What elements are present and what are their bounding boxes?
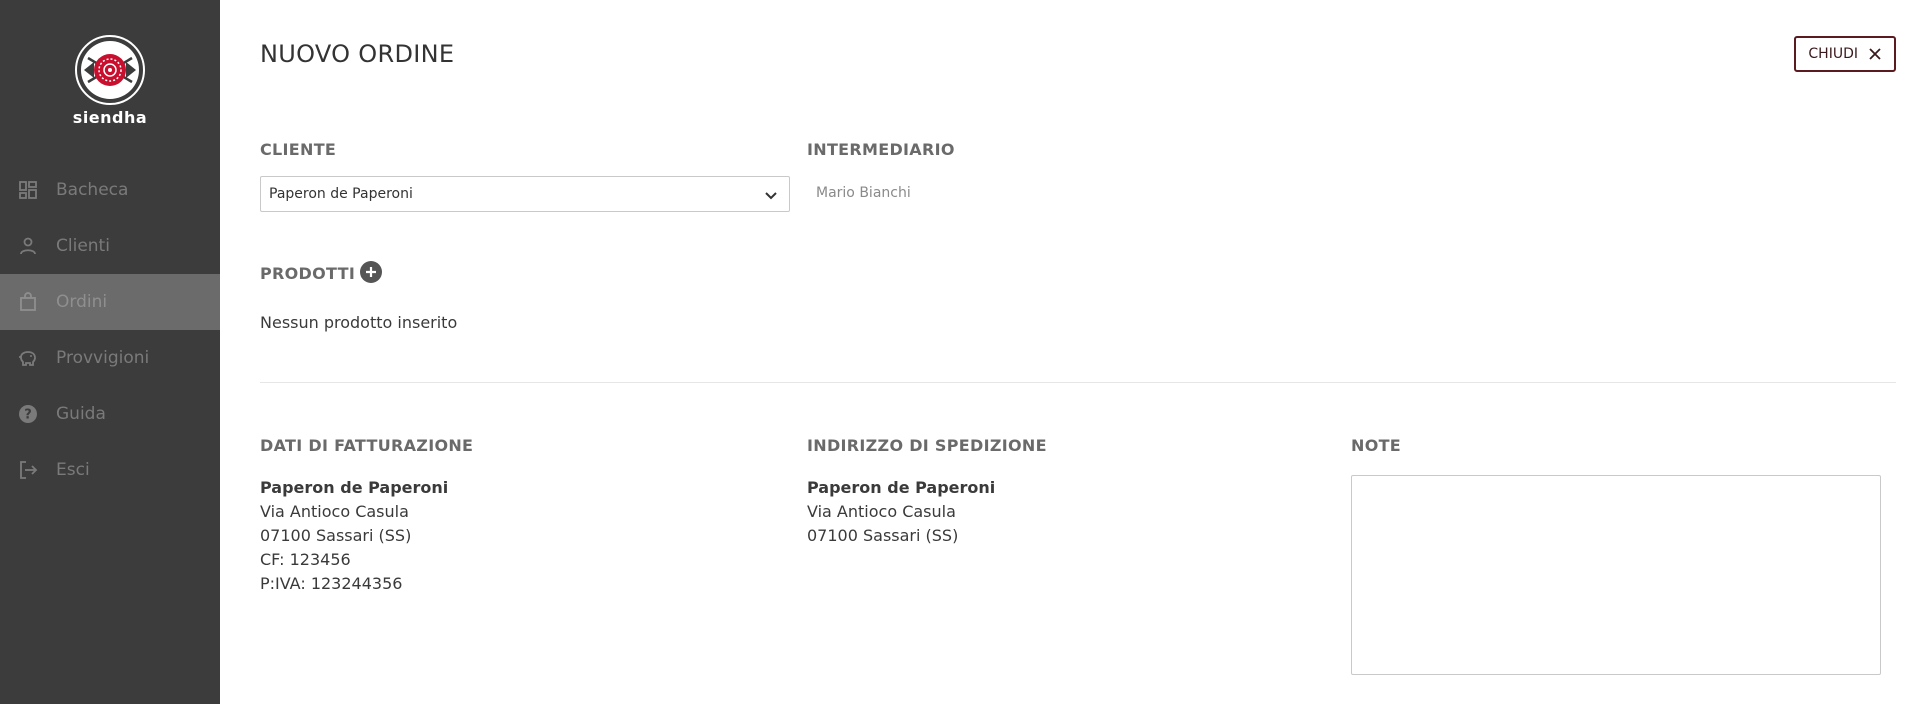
sidebar-item-guida[interactable]: ? Guida: [0, 386, 220, 442]
billing-cf: CF: 123456: [260, 550, 351, 569]
shipping-address: Paperon de Paperoni Via Antioco Casula 0…: [807, 476, 995, 548]
logo-text: siendha: [72, 108, 148, 127]
prodotti-label: PRODOTTI: [260, 264, 356, 283]
spedizione-label: INDIRIZZO DI SPEDIZIONE: [807, 436, 1047, 455]
sidebar: siendha Bacheca Clienti Ordini Provvigio…: [0, 0, 220, 704]
cliente-label: CLIENTE: [260, 140, 337, 159]
sidebar-item-ordini[interactable]: Ordini: [0, 274, 220, 330]
page-title: NUOVO ORDINE: [260, 40, 455, 68]
sidebar-nav: Bacheca Clienti Ordini Provvigioni ? Gui…: [0, 162, 220, 498]
piggy-bank-icon: [18, 348, 38, 368]
sidebar-item-bacheca[interactable]: Bacheca: [0, 162, 220, 218]
fatturazione-label: DATI DI FATTURAZIONE: [260, 436, 474, 455]
sidebar-item-label: Guida: [56, 404, 106, 424]
billing-address: Paperon de Paperoni Via Antioco Casula 0…: [260, 476, 448, 596]
person-icon: [18, 236, 38, 256]
logout-icon: [18, 460, 38, 480]
sidebar-item-label: Bacheca: [56, 180, 129, 200]
intermediario-value: Mario Bianchi: [816, 185, 911, 201]
svg-text:?: ?: [24, 408, 32, 423]
add-product-button[interactable]: [360, 261, 382, 283]
cliente-selected-value: Paperon de Paperoni: [269, 186, 413, 202]
main-content: NUOVO ORDINE CHIUDI CLIENTE Paperon de P…: [220, 0, 1920, 704]
billing-city: 07100 Sassari (SS): [260, 526, 412, 545]
billing-street: Via Antioco Casula: [260, 502, 409, 521]
cliente-select[interactable]: Paperon de Paperoni: [260, 176, 790, 212]
note-label: NOTE: [1351, 436, 1402, 455]
sidebar-item-label: Provvigioni: [56, 348, 150, 368]
shipping-name: Paperon de Paperoni: [807, 478, 996, 497]
help-icon: ?: [18, 404, 38, 424]
plus-icon: [366, 267, 376, 277]
close-button-label: CHIUDI: [1808, 46, 1858, 62]
section-divider: [260, 382, 1896, 383]
close-button[interactable]: CHIUDI: [1794, 36, 1896, 72]
sidebar-item-label: Esci: [56, 460, 90, 480]
chevron-down-icon: [763, 187, 779, 203]
sidebar-item-esci[interactable]: Esci: [0, 442, 220, 498]
billing-piva: P:IVA: 123244356: [260, 574, 403, 593]
shipping-street: Via Antioco Casula: [807, 502, 956, 521]
billing-name: Paperon de Paperoni: [260, 478, 449, 497]
notes-textarea[interactable]: [1351, 475, 1881, 675]
empty-products-text: Nessun prodotto inserito: [260, 313, 458, 332]
close-icon: [1868, 47, 1882, 61]
intermediario-label: INTERMEDIARIO: [807, 140, 955, 159]
logo-emblem-icon: [75, 35, 145, 105]
sidebar-item-provvigioni[interactable]: Provvigioni: [0, 330, 220, 386]
sidebar-item-clienti[interactable]: Clienti: [0, 218, 220, 274]
shipping-city: 07100 Sassari (SS): [807, 526, 959, 545]
sidebar-item-label: Clienti: [56, 236, 110, 256]
sidebar-item-label: Ordini: [56, 292, 108, 312]
dashboard-icon: [18, 180, 38, 200]
brand-logo[interactable]: siendha: [0, 34, 220, 127]
shopping-bag-icon: [18, 292, 38, 312]
